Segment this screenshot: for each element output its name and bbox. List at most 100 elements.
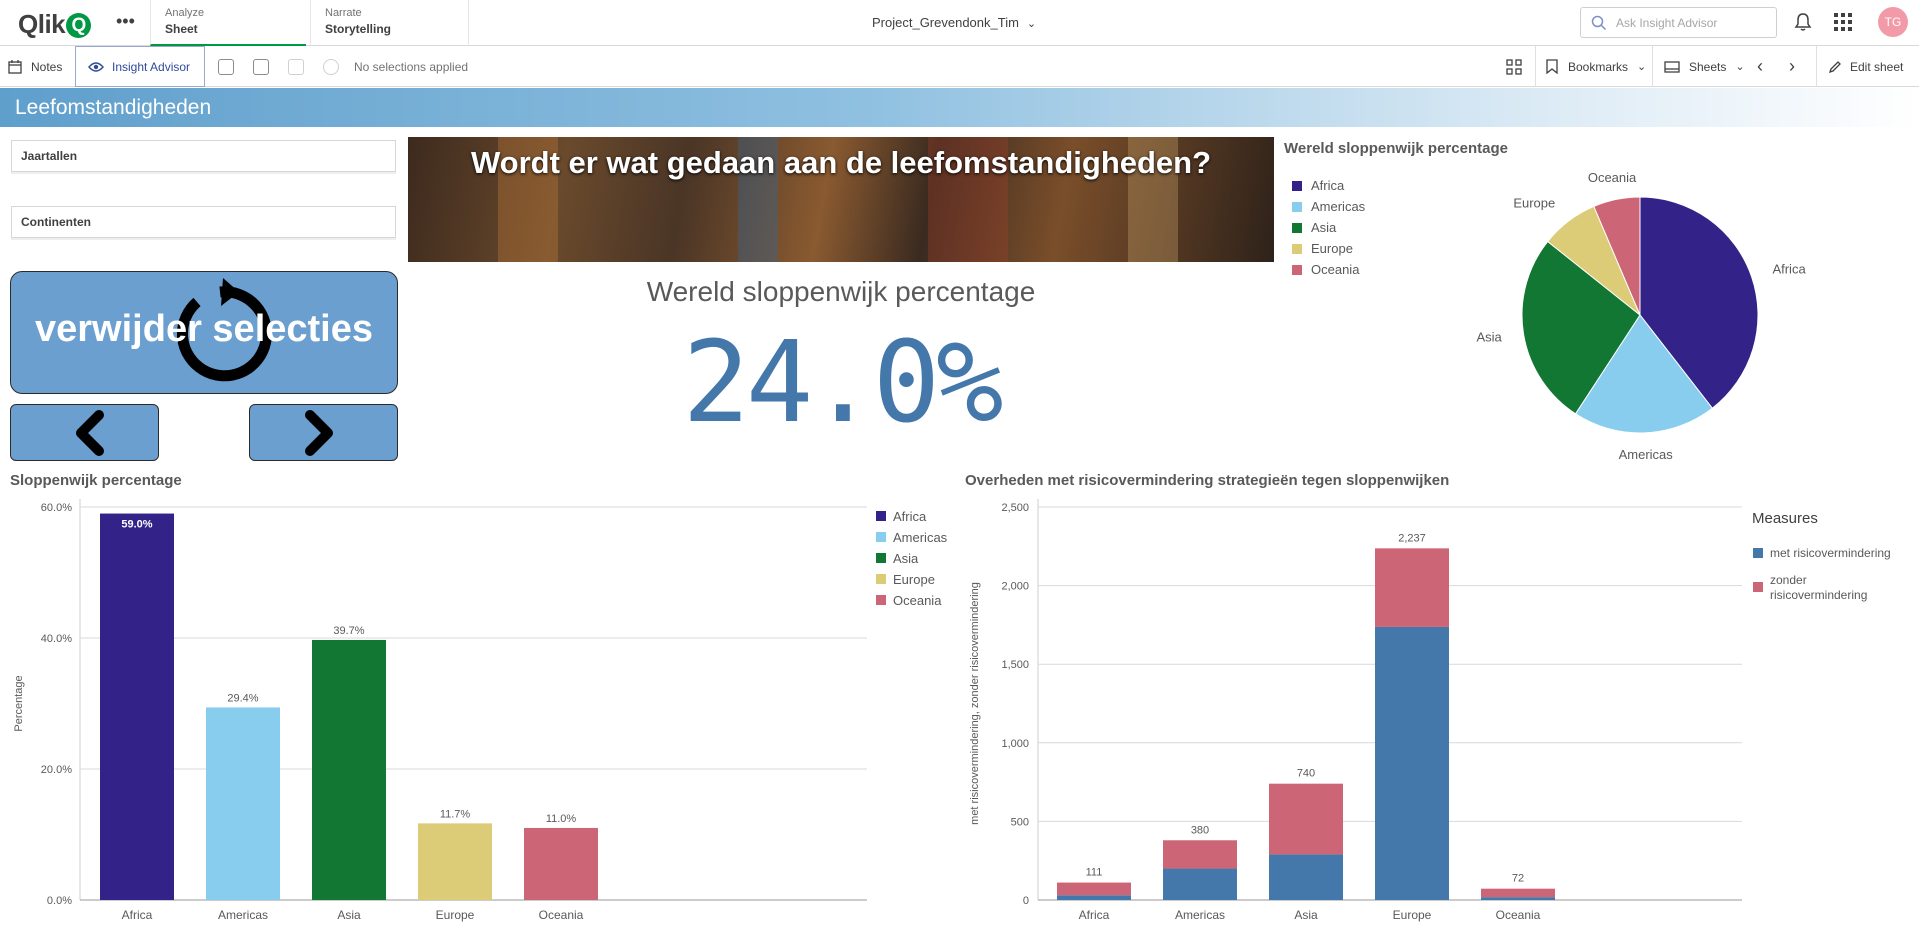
bar-africa[interactable] [100, 513, 174, 900]
step-forward-icon[interactable] [288, 58, 304, 75]
edit-sheet-label: Edit sheet [1850, 59, 1904, 74]
kpi-title: Wereld sloppenwijk percentage [646, 276, 1036, 307]
legend-label: Europe [1311, 241, 1353, 256]
ask-insight-advisor-input[interactable]: Ask Insight Advisor [1580, 7, 1777, 38]
stacked-segment-europe-zonder[interactable] [1375, 548, 1449, 627]
selections-status: No selections applied [354, 59, 469, 74]
app-title-dropdown[interactable]: Project_Grevendonk_Tim ⌄ [872, 15, 1036, 30]
stacked-segment-oceania-met[interactable] [1481, 897, 1555, 900]
pie-legend-item-americas[interactable]: Americas [1292, 199, 1365, 214]
x-tick-label: Europe [436, 908, 475, 922]
pie-legend-item-africa[interactable]: Africa [1292, 178, 1344, 193]
pie-legend-item-europe[interactable]: Europe [1292, 241, 1353, 256]
previous-sheet-button[interactable] [10, 404, 159, 461]
tab-analyze-sheet[interactable]: Analyze Sheet [150, 0, 306, 46]
y-tick-label: 0 [1023, 895, 1029, 907]
sheet-title-bar: Leefomstandigheden [0, 88, 1919, 127]
y-tick-label: 0.0% [47, 895, 72, 907]
stacked-segment-africa-met[interactable] [1057, 895, 1131, 900]
bar-europe[interactable] [418, 823, 492, 900]
tab-narrate-storytelling[interactable]: Narrate Storytelling [310, 0, 469, 46]
clear-all-icon[interactable] [323, 58, 339, 75]
stacked-bar-chart[interactable]: 0 500 1,000 1,500 2,000 2,500 met risicovermin… [960, 490, 1914, 930]
bar-legend-item-europe[interactable]: Europe [876, 572, 935, 587]
legend-swatch [1753, 582, 1763, 592]
bookmarks-label: Bookmarks [1568, 59, 1629, 74]
clear-selections-button[interactable]: verwijder selecties [10, 271, 398, 394]
bookmarks-button[interactable]: Bookmarks ⌄ [1546, 46, 1646, 87]
legend-label: Europe [893, 572, 935, 587]
x-tick-label: Americas [1175, 908, 1225, 922]
stacked-segment-americas-met[interactable] [1163, 868, 1237, 900]
pie-slice-label: Europe [1513, 196, 1555, 211]
filter-continenten[interactable]: Continenten [11, 206, 396, 238]
legend-swatch [1292, 265, 1302, 275]
legend-item-zonder[interactable]: zonderrisicovermindering [1753, 573, 1867, 602]
next-sheet-button[interactable] [249, 404, 398, 461]
pie-slice-label: Oceania [1588, 170, 1637, 185]
x-tick-label: Oceania [539, 908, 584, 922]
stacked-segment-asia-met[interactable] [1269, 854, 1343, 900]
bar-legend-item-americas[interactable]: Americas [876, 530, 948, 545]
toolbar: Notes Insight Advisor No selections appl… [0, 46, 1919, 87]
edit-sheet-button[interactable]: Edit sheet [1828, 46, 1903, 87]
legend-swatch [1292, 202, 1302, 212]
stacked-segment-oceania-zonder[interactable] [1481, 888, 1555, 898]
kpi-value: 24.0% [682, 318, 1003, 448]
stacked-total-label: 740 [1297, 768, 1315, 780]
bar-oceania[interactable] [524, 827, 598, 900]
smart-search-icon[interactable] [218, 58, 234, 75]
legend-item-met[interactable]: met risicovermindering [1753, 546, 1891, 560]
stacked-total-label: 72 [1512, 873, 1524, 885]
y-axis-title: met risicovermindering, zonder risicover… [969, 582, 981, 825]
user-avatar[interactable]: TG [1878, 7, 1908, 37]
more-options-icon[interactable]: ••• [116, 11, 135, 32]
bar-asia[interactable] [312, 639, 386, 900]
qlik-logo-q: Q [66, 13, 92, 38]
notes-button[interactable]: Notes [8, 46, 62, 87]
apps-grid-icon[interactable] [1834, 13, 1852, 31]
sheet-grid-icon[interactable] [1506, 59, 1522, 75]
stacked-total-label: 111 [1086, 867, 1103, 879]
legend-label: risicovermindering [1770, 588, 1867, 602]
pie-chart[interactable]: Africa Americas Asia Europe Oceania [1450, 160, 1830, 460]
toolbar-divider [1816, 46, 1817, 87]
y-axis-title: Percentage [13, 675, 25, 731]
pie-slice-label: Asia [1476, 329, 1502, 344]
lasso-select-icon[interactable] [253, 58, 269, 75]
insight-advisor-button[interactable]: Insight Advisor [75, 46, 206, 87]
legend-swatch [1753, 548, 1763, 558]
stacked-segment-asia-zonder[interactable] [1269, 783, 1343, 855]
pie-legend-item-oceania[interactable]: Oceania [1292, 262, 1359, 277]
next-sheet-icon[interactable]: › [1789, 46, 1795, 87]
bar-americas[interactable] [206, 707, 280, 900]
pie-legend-item-asia[interactable]: Asia [1292, 220, 1336, 235]
bar-legend-item-oceania[interactable]: Oceania [876, 593, 942, 608]
stacked-segment-europe-met[interactable] [1375, 626, 1449, 900]
legend-swatch [876, 595, 886, 605]
y-tick-label: 1,500 [1001, 659, 1029, 671]
sheets-button[interactable]: Sheets ⌄ [1664, 46, 1745, 87]
bar-legend-item-asia[interactable]: Asia [876, 551, 919, 566]
bar-chart[interactable]: 0.0% 20.0% 40.0% 60.0% Percentage 59.0% Africa… [0, 490, 950, 930]
stacked-segment-africa-zonder[interactable] [1057, 882, 1131, 896]
legend-label: Americas [1311, 199, 1366, 214]
bar-legend-item-africa[interactable]: Africa [876, 509, 927, 524]
notes-icon [8, 59, 22, 74]
stacked-total-label: 380 [1191, 824, 1209, 836]
tab-sheet-label: Sheet [165, 22, 198, 36]
legend-swatch [876, 574, 886, 584]
qlik-logo[interactable]: Qlik Q [18, 9, 92, 40]
y-tick-label: 2,000 [1001, 581, 1029, 593]
stacked-segment-americas-zonder[interactable] [1163, 840, 1237, 869]
filter-jaartallen[interactable]: Jaartallen [11, 140, 396, 172]
bar-value-label: 11.0% [546, 813, 577, 825]
y-tick-label: 20.0% [41, 764, 72, 776]
selection-tools [218, 46, 358, 87]
filter-jaartallen-label: Jaartallen [21, 149, 78, 163]
legend-label: zonder [1770, 573, 1807, 587]
previous-sheet-icon[interactable]: ‹ [1757, 46, 1763, 87]
app-title: Project_Grevendonk_Tim [872, 15, 1019, 30]
notifications-bell-icon[interactable] [1794, 12, 1812, 32]
y-tick-label: 60.0% [41, 502, 72, 514]
